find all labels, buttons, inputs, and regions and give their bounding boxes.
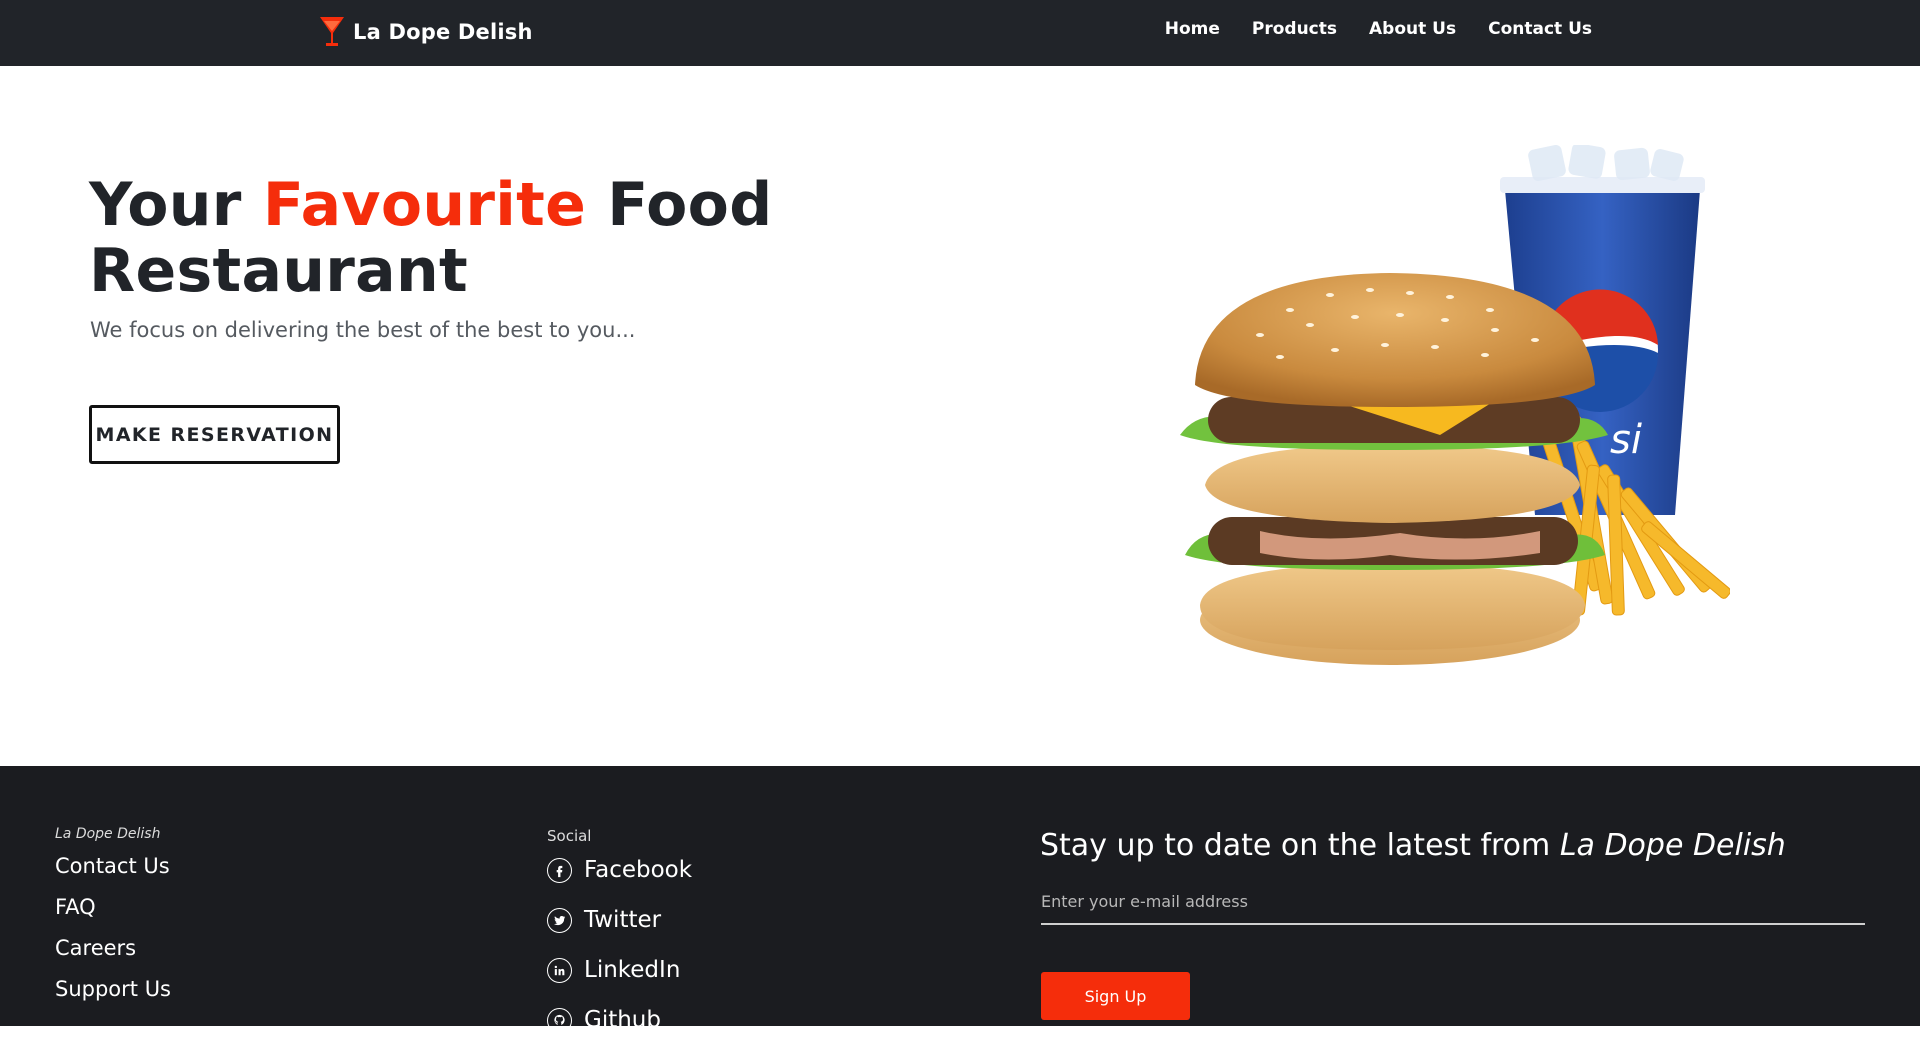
footer-link-contact-us[interactable]: Contact Us — [55, 854, 171, 878]
twitter-icon — [547, 907, 572, 933]
social-label-github: Github — [584, 1007, 661, 1033]
social-link-twitter[interactable]: Twitter — [547, 905, 692, 935]
social-label-twitter: Twitter — [584, 907, 662, 933]
newsletter-title-brand: La Dope Delish — [1559, 828, 1786, 863]
footer-brand-heading: La Dope Delish — [55, 826, 161, 842]
hero-title-accent: Favourite — [262, 170, 587, 240]
nav-link-contact-us[interactable]: Contact Us — [1488, 19, 1592, 39]
social-link-github[interactable]: Github — [547, 1005, 692, 1035]
social-label-facebook: Facebook — [584, 857, 693, 883]
footer-brand-column: La Dope Delish Contact Us FAQ Careers Su… — [55, 826, 171, 1018]
sign-up-button[interactable]: Sign Up — [1041, 972, 1190, 1020]
linkedin-icon — [547, 957, 572, 983]
nav-link-home[interactable]: Home — [1165, 19, 1220, 39]
navbar: La Dope Delish Home Products About Us Co… — [0, 0, 1920, 66]
cocktail-glass-icon — [320, 17, 344, 46]
hero-title: Your Favourite Food Restaurant — [89, 172, 809, 304]
nav-links: Home Products About Us Contact Us — [1165, 0, 1592, 58]
nav-link-about-us[interactable]: About Us — [1369, 19, 1456, 39]
newsletter-column: Stay up to date on the latest from La Do… — [1040, 828, 1866, 1020]
footer: La Dope Delish Contact Us FAQ Careers Su… — [0, 766, 1920, 1033]
footer-social-column: Social Facebook Twitter LinkedIn Github — [547, 827, 692, 1055]
footer-link-support-us[interactable]: Support Us — [55, 977, 171, 1001]
burger-fries-pepsi-image: si — [1180, 145, 1730, 665]
hero-subtitle: We focus on delivering the best of the b… — [90, 318, 636, 342]
github-icon — [547, 1007, 572, 1033]
brand-link[interactable]: La Dope Delish — [318, 14, 533, 50]
newsletter-title: Stay up to date on the latest from La Do… — [1040, 828, 1866, 863]
email-input[interactable] — [1041, 879, 1865, 925]
svg-text:si: si — [1610, 417, 1642, 463]
footer-social-heading: Social — [547, 827, 592, 845]
footer-link-faq[interactable]: FAQ — [55, 895, 171, 919]
make-reservation-button[interactable]: MAKE RESERVATION — [89, 405, 340, 464]
brand-name: La Dope Delish — [353, 20, 533, 44]
social-link-linkedin[interactable]: LinkedIn — [547, 955, 692, 985]
social-link-facebook[interactable]: Facebook — [547, 855, 692, 885]
social-label-linkedin: LinkedIn — [584, 957, 681, 983]
newsletter-title-text: Stay up to date on the latest from — [1040, 828, 1560, 863]
hero-title-part1: Your — [89, 170, 263, 240]
footer-link-careers[interactable]: Careers — [55, 936, 171, 960]
facebook-icon — [547, 857, 572, 883]
nav-link-products[interactable]: Products — [1252, 19, 1337, 39]
